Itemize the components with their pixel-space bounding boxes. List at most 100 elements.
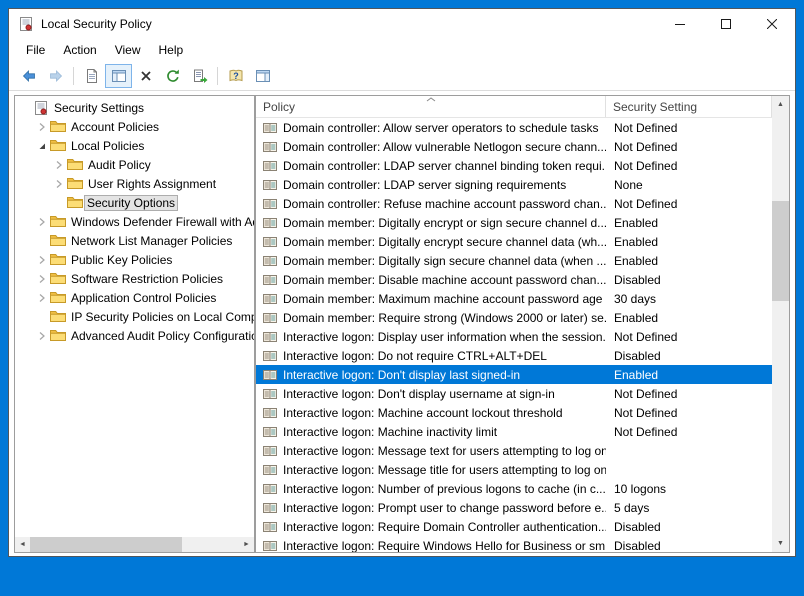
back-button[interactable] <box>15 64 42 88</box>
policy-row[interactable]: Domain member: Maximum machine account p… <box>256 289 772 308</box>
chevron-collapsed-icon[interactable] <box>34 274 49 284</box>
tree-horizontal-scrollbar[interactable]: ◄ ► <box>15 537 254 552</box>
console-tree-toggle-button[interactable] <box>105 64 132 88</box>
policy-row[interactable]: Interactive logon: Don't display last si… <box>256 365 772 384</box>
tree-item-public-key-policies[interactable]: Public Key Policies <box>15 250 254 269</box>
policy-name: Interactive logon: Message title for use… <box>283 463 606 477</box>
delete-x-icon <box>138 68 154 84</box>
policy-row[interactable]: Domain member: Digitally sign secure cha… <box>256 251 772 270</box>
action-pane-toggle-button[interactable] <box>249 64 276 88</box>
policy-row[interactable]: Interactive logon: Prompt user to change… <box>256 498 772 517</box>
menu-action[interactable]: Action <box>54 40 105 60</box>
policy-row[interactable]: Interactive logon: Message title for use… <box>256 460 772 479</box>
policy-row[interactable]: Interactive logon: Machine inactivity li… <box>256 422 772 441</box>
properties-button[interactable] <box>78 64 105 88</box>
policy-row[interactable]: Interactive logon: Don't display usernam… <box>256 384 772 403</box>
policy-row[interactable]: Domain controller: Allow server operator… <box>256 118 772 137</box>
minimize-button[interactable] <box>657 9 703 39</box>
policy-list: Domain controller: Allow server operator… <box>256 118 772 552</box>
tree-item-advanced-audit-policy-configuration[interactable]: Advanced Audit Policy Configuration <box>15 326 254 345</box>
policy-icon <box>262 311 278 325</box>
arrow-right-icon <box>48 68 64 84</box>
scroll-up-arrow-icon[interactable]: ▲ <box>772 96 789 113</box>
tree-item-application-control-policies[interactable]: Application Control Policies <box>15 288 254 307</box>
tree-item-audit-policy[interactable]: Audit Policy <box>15 155 254 174</box>
tree-item-security-options[interactable]: Security Options <box>15 193 254 212</box>
tree-item-label: User Rights Assignment <box>84 175 220 193</box>
maximize-button[interactable] <box>703 9 749 39</box>
policy-name: Interactive logon: Machine account locko… <box>283 406 606 420</box>
list-vertical-scrollbar[interactable]: ▲ ▼ <box>772 96 789 552</box>
chevron-collapsed-icon[interactable] <box>34 293 49 303</box>
tree-item-label: Application Control Policies <box>67 289 220 307</box>
folder-icon <box>49 291 67 304</box>
policy-setting: 10 logons <box>606 482 772 496</box>
policy-setting: Disabled <box>606 539 772 553</box>
policy-icon <box>262 273 278 287</box>
menu-file[interactable]: File <box>17 40 54 60</box>
tree-item-label: Network List Manager Policies <box>67 232 236 250</box>
close-button[interactable] <box>749 9 795 39</box>
forward-button[interactable] <box>42 64 69 88</box>
chevron-collapsed-icon[interactable] <box>51 179 66 189</box>
policy-row[interactable]: Domain member: Disable machine account p… <box>256 270 772 289</box>
column-header-policy[interactable]: Policy <box>256 96 606 117</box>
tree-item-local-policies[interactable]: Local Policies <box>15 136 254 155</box>
column-header-security-setting-label: Security Setting <box>613 100 697 114</box>
policy-icon <box>262 425 278 439</box>
policy-name: Interactive logon: Message text for user… <box>283 444 606 458</box>
tree-item-software-restriction-policies[interactable]: Software Restriction Policies <box>15 269 254 288</box>
policy-setting: Disabled <box>606 520 772 534</box>
policy-icon <box>262 216 278 230</box>
menu-help[interactable]: Help <box>150 40 193 60</box>
policy-row[interactable]: Interactive logon: Require Windows Hello… <box>256 536 772 552</box>
menu-view[interactable]: View <box>106 40 150 60</box>
policy-icon <box>262 349 278 363</box>
export-list-button[interactable] <box>186 64 213 88</box>
horizontal-scroll-thumb[interactable] <box>30 537 182 552</box>
tree-item-security-settings[interactable]: Security Settings <box>15 98 254 117</box>
policy-row[interactable]: Interactive logon: Machine account locko… <box>256 403 772 422</box>
policy-icon <box>262 254 278 268</box>
chevron-collapsed-icon[interactable] <box>51 160 66 170</box>
chevron-expanded-icon[interactable] <box>34 141 49 151</box>
vertical-scroll-thumb[interactable] <box>772 201 789 301</box>
policy-row[interactable]: Interactive logon: Do not require CTRL+A… <box>256 346 772 365</box>
policy-row[interactable]: Domain controller: Allow vulnerable Netl… <box>256 137 772 156</box>
list-header: Policy Security Setting <box>256 96 772 118</box>
chevron-collapsed-icon[interactable] <box>34 217 49 227</box>
scroll-down-arrow-icon[interactable]: ▼ <box>772 535 789 552</box>
tree-item-network-list-manager-policies[interactable]: Network List Manager Policies <box>15 231 254 250</box>
arrow-left-icon <box>21 68 37 84</box>
security-settings-icon <box>32 100 50 116</box>
policy-setting: Not Defined <box>606 197 772 211</box>
chevron-collapsed-icon[interactable] <box>34 122 49 132</box>
policy-row[interactable]: Domain member: Require strong (Windows 2… <box>256 308 772 327</box>
policy-row[interactable]: Interactive logon: Display user informat… <box>256 327 772 346</box>
policy-icon <box>262 197 278 211</box>
folder-icon <box>49 120 67 133</box>
policy-row[interactable]: Domain member: Digitally encrypt secure … <box>256 232 772 251</box>
policy-row[interactable]: Domain controller: LDAP server channel b… <box>256 156 772 175</box>
scroll-left-arrow-icon[interactable]: ◄ <box>15 537 30 552</box>
help-button[interactable]: ? <box>222 64 249 88</box>
policy-row[interactable]: Domain member: Digitally encrypt or sign… <box>256 213 772 232</box>
policy-setting: None <box>606 178 772 192</box>
column-header-security-setting[interactable]: Security Setting <box>606 96 772 117</box>
policy-row[interactable]: Interactive logon: Number of previous lo… <box>256 479 772 498</box>
policy-name: Interactive logon: Display user informat… <box>283 330 606 344</box>
policy-row[interactable]: Interactive logon: Message text for user… <box>256 441 772 460</box>
folder-icon <box>49 272 67 285</box>
delete-button[interactable] <box>132 64 159 88</box>
policy-row[interactable]: Interactive logon: Require Domain Contro… <box>256 517 772 536</box>
policy-row[interactable]: Domain controller: Refuse machine accoun… <box>256 194 772 213</box>
tree-item-ip-security-policies-on-local-compute[interactable]: IP Security Policies on Local Compute <box>15 307 254 326</box>
refresh-button[interactable] <box>159 64 186 88</box>
policy-row[interactable]: Domain controller: LDAP server signing r… <box>256 175 772 194</box>
chevron-collapsed-icon[interactable] <box>34 331 49 341</box>
tree-item-windows-defender-firewall-with-adva[interactable]: Windows Defender Firewall with Adva <box>15 212 254 231</box>
scroll-right-arrow-icon[interactable]: ► <box>239 537 254 552</box>
tree-item-user-rights-assignment[interactable]: User Rights Assignment <box>15 174 254 193</box>
chevron-collapsed-icon[interactable] <box>34 255 49 265</box>
tree-item-account-policies[interactable]: Account Policies <box>15 117 254 136</box>
